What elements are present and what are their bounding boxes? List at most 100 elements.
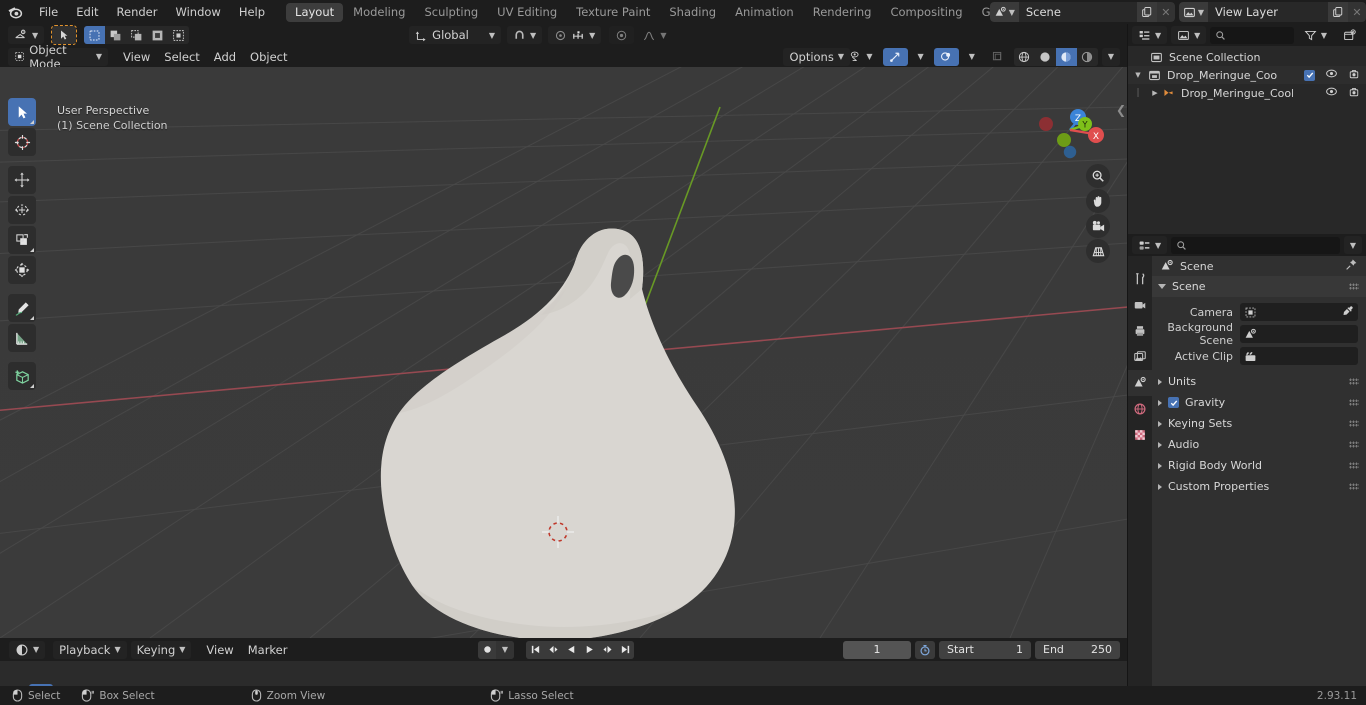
viewport-menu-add[interactable]: Add — [207, 48, 243, 66]
jump-to-end-button[interactable] — [616, 640, 634, 659]
select-mode-group[interactable] — [84, 26, 190, 44]
tab-shading[interactable]: Shading — [660, 3, 725, 22]
options-button[interactable]: Options ▼ — [783, 47, 850, 66]
panel-drag-dots[interactable] — [1349, 483, 1359, 490]
tab-texture[interactable] — [1128, 422, 1152, 448]
viewport-menu-view[interactable]: View — [116, 48, 157, 66]
snap-button[interactable]: ▼ — [507, 26, 543, 44]
tool-measure[interactable] — [8, 324, 36, 352]
panel-drag-dots[interactable] — [1349, 399, 1359, 406]
use-preview-range-button[interactable] — [915, 640, 935, 659]
panel-drag-dots[interactable] — [1349, 462, 1359, 469]
menu-help[interactable]: Help — [230, 3, 274, 22]
scene-datablock[interactable]: ▼ Scene ✕ — [989, 2, 1175, 22]
tool-transform[interactable] — [8, 256, 36, 284]
tab-sculpting[interactable]: Sculpting — [415, 3, 487, 22]
properties-options-dropdown[interactable]: ▼ — [1343, 236, 1362, 254]
sidebar-collapse-arrow-icon[interactable]: ❮ — [1116, 103, 1126, 117]
tab-texture-paint[interactable]: Texture Paint — [567, 3, 659, 22]
outliner-tree[interactable]: Scene Collection ▼ Drop_Meringue_Cookie_… — [1128, 46, 1366, 234]
properties-editor-type-selector[interactable]: ▼ — [1132, 236, 1168, 254]
transform-orientation-selector[interactable]: Global ▼ — [409, 26, 501, 44]
viewport-3d-canvas[interactable]: User Perspective (1) Scene Collection Z … — [0, 67, 1128, 638]
panel-scene-header[interactable]: Scene — [1152, 276, 1366, 297]
tab-modeling[interactable]: Modeling — [344, 3, 414, 22]
outliner-search-input[interactable] — [1210, 26, 1294, 44]
tab-compositing[interactable]: Compositing — [881, 3, 971, 22]
view-layer-datablock[interactable]: ▼ View Layer ✕ — [1178, 2, 1366, 22]
object-mode-selector[interactable]: Object Mode ▼ — [8, 43, 108, 71]
outliner-row-scene-collection[interactable]: Scene Collection — [1128, 48, 1366, 66]
timeline-menu-view[interactable]: View — [199, 641, 240, 659]
collection-checkbox[interactable] — [1304, 69, 1315, 81]
scene-browse-button[interactable]: ▼ — [989, 2, 1019, 22]
menu-edit[interactable]: Edit — [67, 3, 107, 22]
viewport-menu-object[interactable]: Object — [243, 48, 294, 66]
outliner-row-collection[interactable]: ▼ Drop_Meringue_Cookie_Carar — [1128, 66, 1366, 84]
panel-drag-dots[interactable] — [1349, 378, 1359, 385]
outliner-id-type-filter[interactable]: ▼ — [1171, 26, 1207, 44]
active-clip-field[interactable] — [1240, 347, 1358, 365]
tab-world[interactable] — [1128, 396, 1152, 422]
current-frame-field[interactable]: 1 — [843, 640, 911, 659]
expand-triangle-open-icon[interactable]: ▼ — [1128, 71, 1148, 79]
camera-view-button[interactable] — [1086, 214, 1110, 238]
record-group[interactable]: ▼ — [478, 640, 514, 659]
transport-controls[interactable] — [526, 640, 634, 659]
editor-type-selector[interactable]: ▼ — [8, 26, 45, 44]
panel-rigid-body-world-header[interactable]: Rigid Body World — [1152, 455, 1366, 476]
tab-render[interactable] — [1128, 292, 1152, 318]
select-intersect-icon[interactable] — [168, 26, 190, 44]
render-camera-icon[interactable] — [1348, 68, 1360, 83]
tool-scale[interactable] — [8, 226, 36, 254]
panel-drag-dots[interactable] — [1349, 283, 1359, 290]
outliner-display-mode-selector[interactable]: ▼ — [1132, 26, 1168, 44]
scene-copy-button[interactable] — [1136, 2, 1157, 22]
gizmo-toggle-button[interactable] — [882, 47, 908, 66]
gravity-checkbox[interactable] — [1168, 397, 1179, 408]
view-layer-browse-button[interactable]: ▼ — [1178, 2, 1208, 22]
tab-output[interactable] — [1128, 318, 1152, 344]
background-scene-field[interactable] — [1240, 325, 1358, 343]
falloff-type-selector[interactable]: ▼ — [636, 26, 672, 44]
pin-icon[interactable] — [1345, 258, 1358, 274]
panel-custom-properties-header[interactable]: Custom Properties — [1152, 476, 1366, 497]
object-visibility-button[interactable]: ▼ — [843, 48, 878, 66]
tab-scene[interactable] — [1128, 370, 1152, 396]
shading-mode-group[interactable] — [1013, 47, 1098, 66]
panel-units-header[interactable]: Units — [1152, 371, 1366, 392]
outliner-row-object[interactable]: | ▶ Drop_Meringue_Cookie_( — [1128, 84, 1366, 102]
tab-view-layer[interactable] — [1128, 344, 1152, 370]
select-invert-icon[interactable] — [147, 26, 169, 44]
eyedropper-icon[interactable] — [1342, 305, 1354, 320]
tab-rendering[interactable]: Rendering — [804, 3, 881, 22]
outliner-new-collection-button[interactable] — [1337, 26, 1362, 44]
zoom-view-button[interactable] — [1086, 164, 1110, 188]
tool-tweak[interactable] — [8, 98, 36, 126]
tool-move[interactable] — [8, 166, 36, 194]
tool-annotate[interactable] — [8, 294, 36, 322]
play-reverse-button[interactable] — [562, 640, 580, 659]
gizmo-dropdown[interactable]: ▼ — [912, 48, 930, 66]
menu-render[interactable]: Render — [108, 3, 167, 22]
jump-to-start-button[interactable] — [526, 640, 544, 659]
toggle-ortho-persp-button[interactable] — [1086, 239, 1110, 263]
timeline-menu-marker[interactable]: Marker — [241, 641, 295, 659]
panel-drag-dots[interactable] — [1349, 441, 1359, 448]
tab-uv-editing[interactable]: UV Editing — [488, 3, 566, 22]
shading-solid-icon[interactable] — [1034, 47, 1056, 66]
view-layer-copy-button[interactable] — [1328, 2, 1348, 22]
outliner-filter-button[interactable]: ▼ — [1298, 26, 1333, 44]
viewport-menu-select[interactable]: Select — [157, 48, 206, 66]
panel-drag-dots[interactable] — [1349, 420, 1359, 427]
shading-material-preview-icon[interactable] — [1055, 47, 1077, 66]
tool-cursor[interactable] — [8, 128, 36, 156]
play-button[interactable] — [580, 640, 598, 659]
eye-visibility-icon[interactable] — [1325, 68, 1338, 82]
start-frame-field[interactable]: Start 1 — [939, 640, 1031, 659]
tab-tool[interactable] — [1128, 266, 1152, 292]
end-frame-field[interactable]: End 250 — [1035, 640, 1120, 659]
panel-gravity-header[interactable]: Gravity — [1152, 392, 1366, 413]
scene-unlink-button[interactable]: ✕ — [1156, 2, 1175, 22]
next-keyframe-button[interactable] — [598, 640, 616, 659]
